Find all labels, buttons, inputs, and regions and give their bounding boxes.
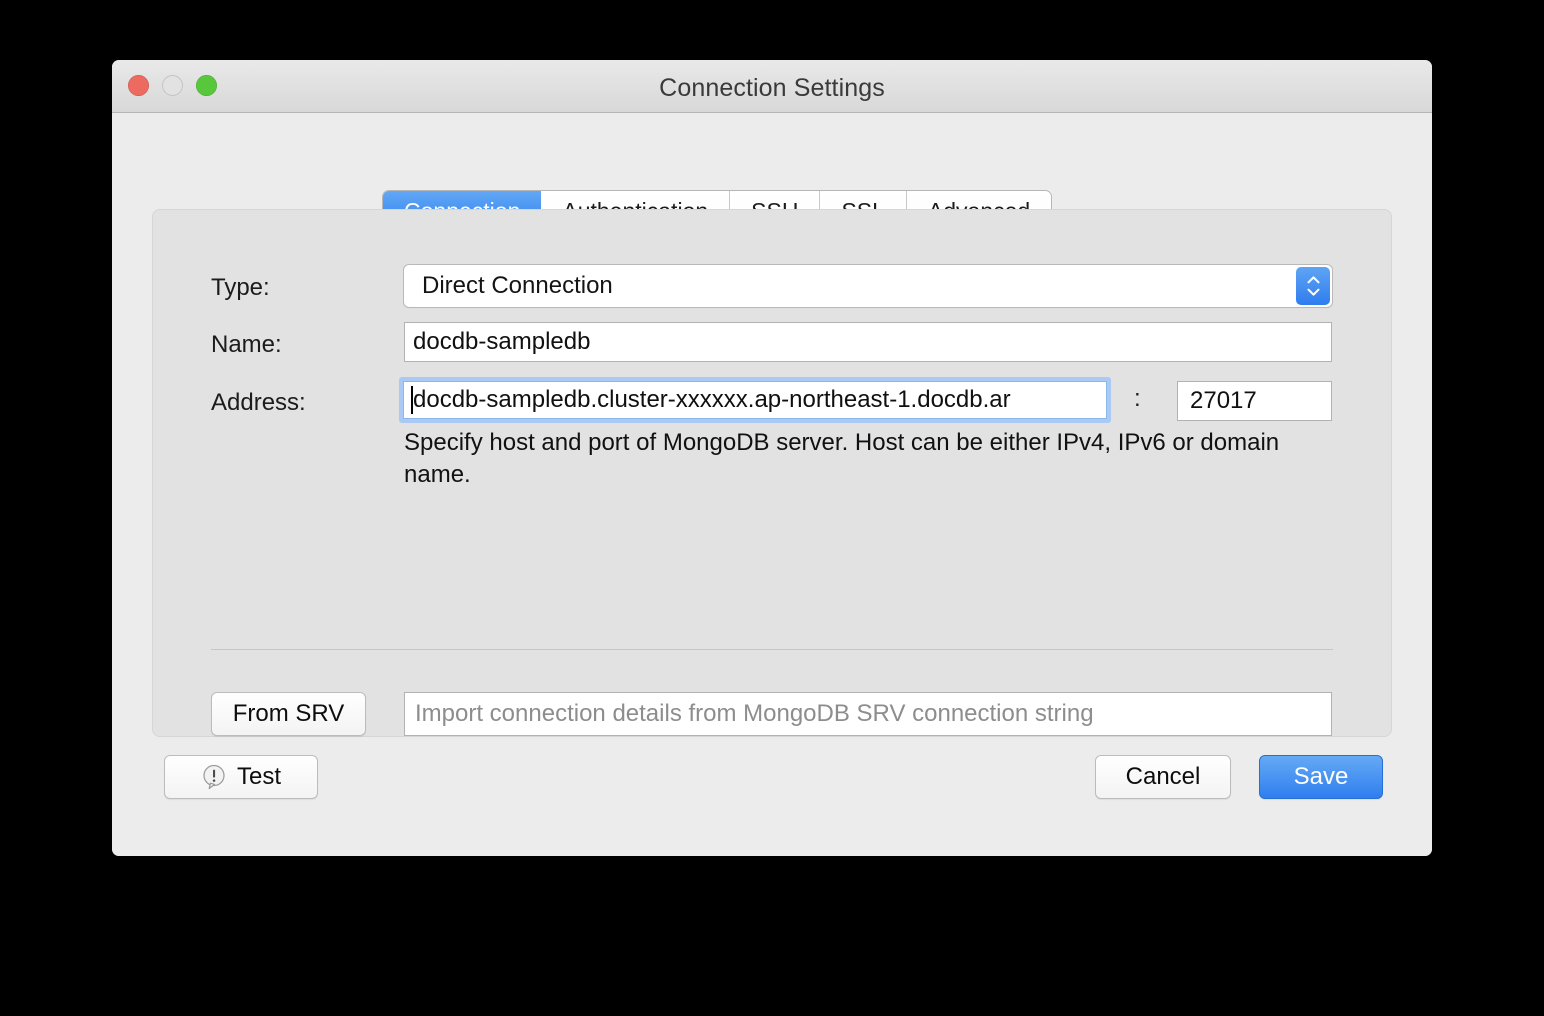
exclamation-bubble-icon: [201, 764, 227, 790]
connection-type-select-value: Direct Connection: [404, 265, 1332, 307]
address-host-value: docdb-sampledb.cluster-xxxxxx.ap-northea…: [413, 386, 1011, 414]
connection-name-input[interactable]: docdb-sampledb: [404, 322, 1332, 362]
address-hint-text: Specify host and port of MongoDB server.…: [404, 427, 1324, 491]
window-body: Connection Authentication SSH SSL Advanc…: [112, 113, 1432, 856]
window-titlebar: Connection Settings: [112, 60, 1432, 113]
test-connection-button[interactable]: Test: [164, 755, 318, 799]
address-host-input[interactable]: docdb-sampledb.cluster-xxxxxx.ap-northea…: [403, 381, 1107, 419]
test-button-label: Test: [237, 763, 281, 791]
section-divider: [211, 649, 1333, 650]
address-port-separator: :: [1134, 385, 1141, 413]
type-label: Type:: [211, 274, 270, 302]
connection-type-select[interactable]: Direct Connection: [404, 265, 1332, 307]
chevron-up-icon: [1307, 276, 1320, 284]
name-label: Name:: [211, 331, 282, 359]
connection-settings-window: Connection Settings Connection Authentic…: [112, 60, 1432, 856]
save-button[interactable]: Save: [1259, 755, 1383, 799]
connection-settings-panel: Type: Direct Connection Name: docdb-samp…: [152, 209, 1392, 737]
chevron-down-icon: [1307, 288, 1320, 296]
from-srv-button[interactable]: From SRV: [211, 692, 366, 736]
srv-connection-string-input[interactable]: Import connection details from MongoDB S…: [404, 692, 1332, 736]
address-input-focus-ring: docdb-sampledb.cluster-xxxxxx.ap-northea…: [399, 377, 1111, 423]
chevron-up-down-icon[interactable]: [1296, 267, 1330, 305]
window-title: Connection Settings: [112, 74, 1432, 103]
address-label: Address:: [211, 389, 306, 417]
cancel-button[interactable]: Cancel: [1095, 755, 1231, 799]
address-port-input[interactable]: 27017: [1177, 381, 1332, 421]
